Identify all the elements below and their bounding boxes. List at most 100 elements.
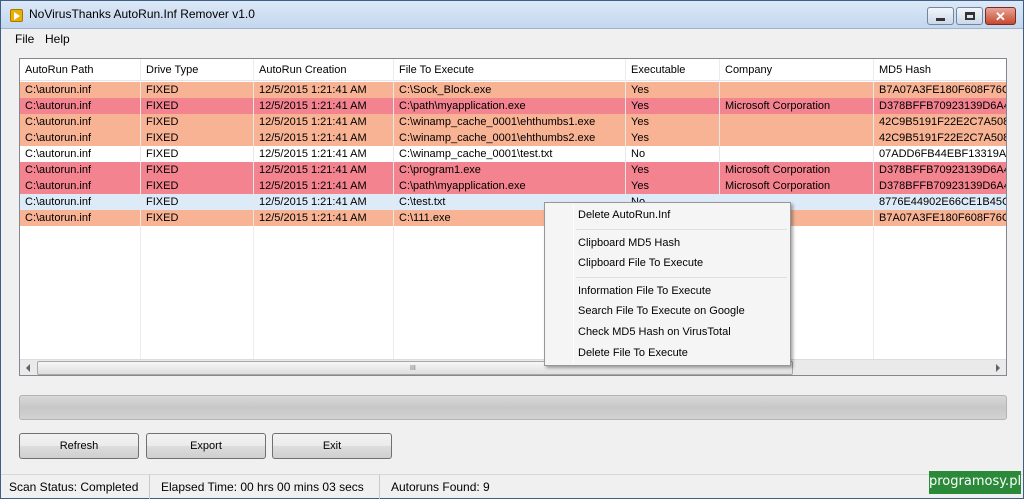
table-row[interactable]: C:\autorun.inf FIXED 12/5/2015 1:21:41 AM C… [20, 130, 1006, 146]
table-row[interactable]: C:\autorun.inf FIXED 12/5/2015 1:21:41 AM C… [20, 114, 1006, 130]
scan-status: Scan Status: Completed [1, 475, 150, 499]
scan-progress-bar [19, 395, 1007, 420]
close-icon: ✕ [995, 8, 1006, 24]
exit-button[interactable]: Exit [272, 433, 392, 459]
arrow-right-icon [996, 364, 1000, 372]
cell-autorun-path: C:\autorun.inf [20, 98, 141, 114]
cell-autorun-path: C:\autorun.inf [20, 210, 141, 226]
close-button[interactable]: ✕ [985, 7, 1016, 25]
column-header-autorun-path[interactable]: AutoRun Path [20, 59, 141, 81]
column-header-executable[interactable]: Executable [626, 59, 720, 81]
list-header: AutoRun Path Drive Type AutoRun Creation… [20, 59, 1006, 81]
cell-autorun-path: C:\autorun.inf [20, 82, 141, 98]
cell-autorun-path: C:\autorun.inf [20, 194, 141, 210]
maximize-button[interactable] [956, 7, 983, 25]
context-menu-item[interactable]: Search File To Execute on Google [547, 302, 788, 322]
context-menu-item[interactable]: Check MD5 Hash on VirusTotal [547, 323, 788, 343]
cell-drive-type: FIXED [141, 130, 254, 146]
autorun-list[interactable]: AutoRun Path Drive Type AutoRun Creation… [19, 58, 1007, 376]
cell-company [720, 146, 874, 162]
menu-help[interactable]: Help [45, 32, 70, 46]
cell-executable: No [626, 146, 720, 162]
cell-autorun-creation: 12/5/2015 1:21:41 AM [254, 114, 394, 130]
context-menu-item[interactable]: Information File To Execute [547, 282, 788, 302]
cell-autorun-creation: 12/5/2015 1:21:41 AM [254, 210, 394, 226]
title-bar[interactable]: NoVirusThanks AutoRun.Inf Remover v1.0 ✕ [1, 1, 1023, 29]
cell-autorun-creation: 12/5/2015 1:21:41 AM [254, 98, 394, 114]
cell-file-to-execute: C:\program1.exe [394, 162, 626, 178]
cell-drive-type: FIXED [141, 82, 254, 98]
context-menu-item[interactable]: Clipboard MD5 Hash [547, 234, 788, 254]
cell-executable: Yes [626, 178, 720, 194]
cell-drive-type: FIXED [141, 178, 254, 194]
cell-md5-hash: 07ADD6FB44EBF13319A2A0 [879, 148, 1006, 160]
cell-md5-hash: D378BFFB70923139D6A4F5 [879, 100, 1006, 112]
cell-file-to-execute: C:\winamp_cache_0001\test.txt [394, 146, 626, 162]
column-header-drive-type[interactable]: Drive Type [141, 59, 254, 81]
table-row[interactable]: C:\autorun.inf FIXED 12/5/2015 1:21:41 AM C… [20, 98, 1006, 114]
menu-file[interactable]: File [15, 32, 34, 46]
cell-md5-hash: 42C9B5191F22E2C7A50860 [879, 116, 1006, 128]
cell-company [720, 114, 874, 130]
arrow-left-icon [26, 364, 30, 372]
minimize-icon [936, 17, 945, 21]
main-window: NoVirusThanks AutoRun.Inf Remover v1.0 ✕… [0, 0, 1024, 499]
cell-autorun-path: C:\autorun.inf [20, 114, 141, 130]
table-row[interactable]: C:\autorun.inf FIXED 12/5/2015 1:21:41 AM C… [20, 162, 1006, 178]
autoruns-found: Autoruns Found: 9 [391, 480, 490, 494]
cell-autorun-creation: 12/5/2015 1:21:41 AM [254, 194, 394, 210]
context-menu-separator [576, 276, 787, 278]
cell-drive-type: FIXED [141, 98, 254, 114]
context-menu-item[interactable]: Clipboard File To Execute [547, 254, 788, 274]
cell-company: Microsoft Corporation [720, 98, 874, 114]
cell-file-to-execute: C:\path\myapplication.exe [394, 178, 626, 194]
table-row[interactable]: C:\autorun.inf FIXED 12/5/2015 1:21:41 AM C… [20, 146, 1006, 162]
cell-file-to-execute: C:\winamp_cache_0001\ehthumbs2.exe [394, 130, 626, 146]
cell-autorun-creation: 12/5/2015 1:21:41 AM [254, 146, 394, 162]
cell-executable: Yes [626, 82, 720, 98]
cell-executable: Yes [626, 130, 720, 146]
cell-md5-hash: B7A07A3FE180F608F76CE8 [879, 84, 1006, 96]
column-header-autorun-creation[interactable]: AutoRun Creation [254, 59, 394, 81]
maximize-icon [964, 12, 975, 20]
cell-executable: Yes [626, 114, 720, 130]
cell-company [720, 82, 874, 98]
column-header-md5-hash[interactable]: MD5 Hash [874, 59, 1006, 81]
cell-file-to-execute: C:\winamp_cache_0001\ehthumbs1.exe [394, 114, 626, 130]
context-menu-item[interactable]: Delete File To Execute [547, 344, 788, 364]
cell-autorun-path: C:\autorun.inf [20, 178, 141, 194]
refresh-button[interactable]: Refresh [19, 433, 139, 459]
app-icon [10, 9, 23, 22]
minimize-button[interactable] [927, 7, 954, 25]
cell-file-to-execute: C:\path\myapplication.exe [394, 98, 626, 114]
cell-md5-hash: B7A07A3FE180F608F76CE8 [879, 212, 1006, 224]
cell-drive-type: FIXED [141, 114, 254, 130]
column-header-file-to-execute[interactable]: File To Execute [394, 59, 626, 81]
cell-drive-type: FIXED [141, 210, 254, 226]
column-header-company[interactable]: Company [720, 59, 874, 81]
context-menu-separator [576, 228, 787, 230]
cell-autorun-creation: 12/5/2015 1:21:41 AM [254, 162, 394, 178]
cell-drive-type: FIXED [141, 194, 254, 210]
cell-file-to-execute: C:\Sock_Block.exe [394, 82, 626, 98]
window-title: NoVirusThanks AutoRun.Inf Remover v1.0 [29, 7, 255, 21]
cell-company: Microsoft Corporation [720, 178, 874, 194]
elapsed-time: Elapsed Time: 00 hrs 00 mins 03 secs [153, 475, 380, 499]
table-row[interactable]: C:\autorun.inf FIXED 12/5/2015 1:21:41 AM C… [20, 210, 1006, 226]
horizontal-scrollbar[interactable]: III [20, 359, 1006, 375]
cell-executable: Yes [626, 98, 720, 114]
watermark-badge: programosy.pl [929, 471, 1021, 494]
table-row[interactable]: C:\autorun.inf FIXED 12/5/2015 1:21:41 AM C… [20, 178, 1006, 194]
table-row[interactable]: C:\autorun.inf FIXED 12/5/2015 1:21:41 AM C… [20, 82, 1006, 98]
context-menu: Delete AutoRun.Inf Clipboard MD5 Hash Clip… [544, 202, 791, 366]
cell-company: Microsoft Corporation [720, 162, 874, 178]
cell-executable: Yes [626, 162, 720, 178]
context-menu-item[interactable]: Delete AutoRun.Inf [547, 206, 788, 226]
cell-autorun-creation: 12/5/2015 1:21:41 AM [254, 130, 394, 146]
cell-autorun-path: C:\autorun.inf [20, 130, 141, 146]
table-row[interactable]: C:\autorun.inf FIXED 12/5/2015 1:21:41 AM C… [20, 194, 1006, 210]
cell-drive-type: FIXED [141, 146, 254, 162]
scroll-left-button[interactable] [20, 360, 36, 375]
scroll-right-button[interactable] [990, 360, 1006, 375]
export-button[interactable]: Export [146, 433, 266, 459]
